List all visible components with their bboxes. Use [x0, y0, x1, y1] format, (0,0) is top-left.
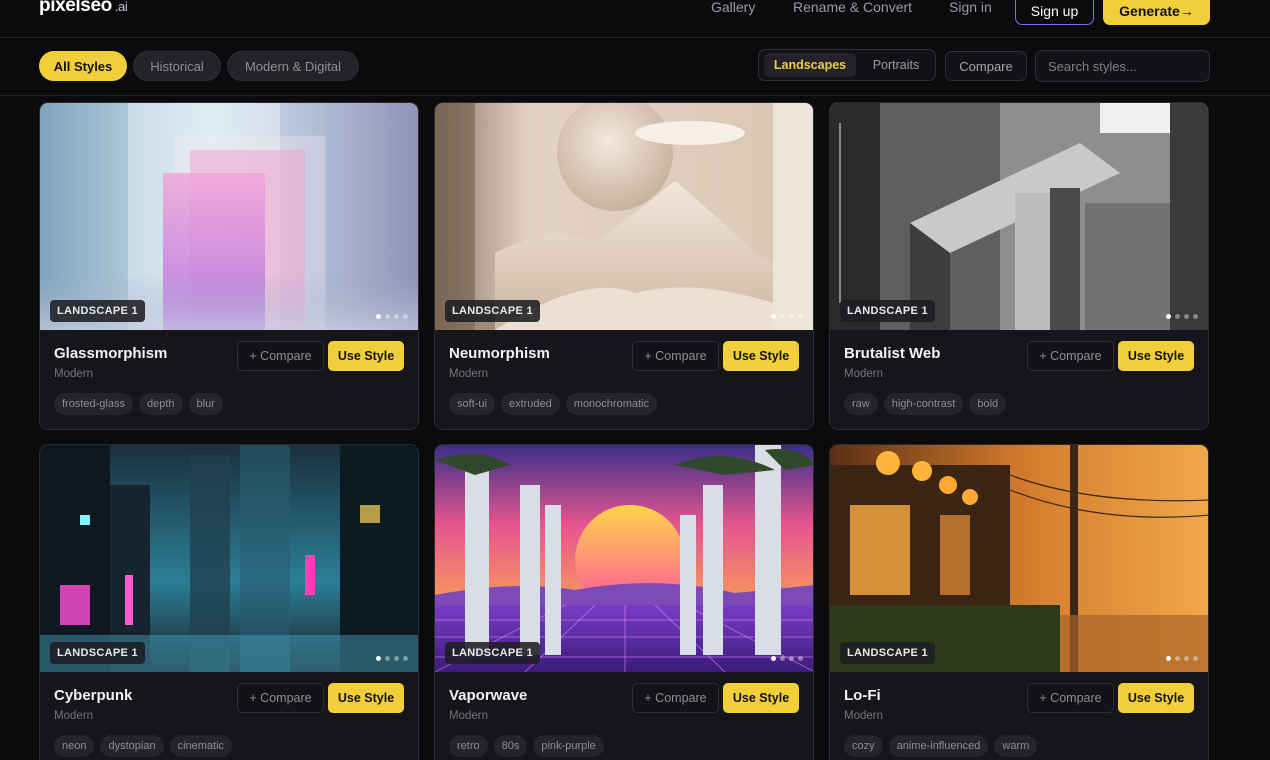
- nav-rename-convert-link[interactable]: Rename & Convert: [793, 0, 912, 15]
- carousel-dots[interactable]: [1166, 314, 1198, 319]
- add-compare-button[interactable]: + Compare: [237, 341, 324, 371]
- use-style-button[interactable]: Use Style: [328, 683, 404, 713]
- concrete-building-image[interactable]: [830, 103, 1208, 330]
- add-compare-button[interactable]: + Compare: [632, 683, 719, 713]
- neon-city-image[interactable]: [40, 445, 418, 672]
- top-navbar: pixelseo .ai Gallery Rename & Convert Sig…: [0, 0, 1270, 38]
- tag[interactable]: pink-purple: [533, 735, 604, 757]
- use-style-button[interactable]: Use Style: [723, 683, 799, 713]
- orientation-landscapes[interactable]: Landscapes: [764, 53, 856, 77]
- logo[interactable]: pixelseo .ai: [39, 0, 128, 17]
- tag[interactable]: anime-influenced: [888, 735, 989, 757]
- filter-modern-digital[interactable]: Modern & Digital: [227, 51, 359, 81]
- add-compare-button[interactable]: + Compare: [237, 683, 324, 713]
- lantern-street-image[interactable]: [830, 445, 1208, 672]
- card-category: Modern: [54, 710, 93, 722]
- orientation-badge: LANDSCAPE 1: [50, 642, 145, 664]
- tag[interactable]: raw: [844, 393, 878, 415]
- card-category: Modern: [449, 368, 488, 380]
- nav-gallery-link[interactable]: Gallery: [711, 0, 755, 15]
- tag[interactable]: dystopian: [100, 735, 164, 757]
- tag[interactable]: warm: [994, 735, 1038, 757]
- tag[interactable]: monochromatic: [565, 393, 657, 415]
- tag-list: neon dystopian cinematic: [54, 735, 233, 757]
- style-card-vaporwave[interactable]: LANDSCAPE 1 Vaporwave Modern + Compare U…: [434, 444, 814, 760]
- card-category: Modern: [449, 710, 488, 722]
- card-title: Glassmorphism: [54, 345, 168, 362]
- tag[interactable]: frosted-glass: [54, 393, 133, 415]
- carousel-dots[interactable]: [376, 314, 408, 319]
- card-title: Neumorphism: [449, 345, 550, 362]
- style-card-neumorphism[interactable]: LANDSCAPE 1 Neumorphism Modern + Compare…: [434, 102, 814, 430]
- carousel-dots[interactable]: [1166, 656, 1198, 661]
- logo-text: pixelseo: [39, 0, 112, 16]
- card-category: Modern: [844, 710, 883, 722]
- orientation-toggle: Landscapes Portraits: [758, 49, 936, 81]
- tag[interactable]: cinematic: [169, 735, 233, 757]
- orientation-badge: LANDSCAPE 1: [445, 300, 540, 322]
- orientation-portraits[interactable]: Portraits: [859, 53, 933, 77]
- tag[interactable]: bold: [969, 393, 1007, 415]
- card-category: Modern: [54, 368, 93, 380]
- tag[interactable]: soft-ui: [449, 393, 495, 415]
- carousel-dots[interactable]: [771, 314, 803, 319]
- glass-panels-image[interactable]: [40, 103, 418, 330]
- sign-up-button[interactable]: Sign up: [1015, 0, 1094, 25]
- orientation-badge: LANDSCAPE 1: [445, 642, 540, 664]
- sunset-columns-image[interactable]: [435, 445, 813, 672]
- card-category: Modern: [844, 368, 883, 380]
- use-style-button[interactable]: Use Style: [1118, 683, 1194, 713]
- nav-sign-in-link[interactable]: Sign in: [949, 0, 992, 15]
- logo-suffix: .ai: [114, 0, 128, 14]
- tag[interactable]: depth: [138, 393, 183, 415]
- tag-list: cozy anime-influenced warm: [844, 735, 1038, 757]
- card-title: Vaporwave: [449, 687, 528, 704]
- style-card-lo-fi[interactable]: LANDSCAPE 1 Lo-Fi Modern + Compare Use S…: [829, 444, 1209, 760]
- tag[interactable]: extruded: [500, 393, 560, 415]
- tag[interactable]: high-contrast: [883, 393, 964, 415]
- tag-list: retro 80s pink-purple: [449, 735, 604, 757]
- card-title: Brutalist Web: [844, 345, 941, 362]
- tag[interactable]: retro: [449, 735, 488, 757]
- style-card-brutalist-web[interactable]: LANDSCAPE 1 Brutalist Web Modern + Compa…: [829, 102, 1209, 430]
- card-title: Lo-Fi: [844, 687, 881, 704]
- tag-list: soft-ui extruded monochromatic: [449, 393, 657, 415]
- use-style-button[interactable]: Use Style: [1118, 341, 1194, 371]
- orientation-badge: LANDSCAPE 1: [50, 300, 145, 322]
- filter-bar: All Styles Historical Modern & Digital L…: [0, 38, 1270, 96]
- search-input[interactable]: [1035, 50, 1210, 82]
- filter-historical[interactable]: Historical: [133, 51, 221, 81]
- tag[interactable]: blur: [188, 393, 223, 415]
- add-compare-button[interactable]: + Compare: [1027, 683, 1114, 713]
- orientation-badge: LANDSCAPE 1: [840, 300, 935, 322]
- style-card-cyberpunk[interactable]: LANDSCAPE 1 Cyberpunk Modern + Compare U…: [39, 444, 419, 760]
- add-compare-button[interactable]: + Compare: [632, 341, 719, 371]
- tag[interactable]: cozy: [844, 735, 883, 757]
- use-style-button[interactable]: Use Style: [328, 341, 404, 371]
- use-style-button[interactable]: Use Style: [723, 341, 799, 371]
- tag-list: frosted-glass depth blur: [54, 393, 223, 415]
- generate-button[interactable]: Generate→: [1103, 0, 1210, 25]
- carousel-dots[interactable]: [771, 656, 803, 661]
- card-title: Cyberpunk: [54, 687, 133, 704]
- tag[interactable]: neon: [54, 735, 95, 757]
- tag[interactable]: 80s: [493, 735, 528, 757]
- add-compare-button[interactable]: + Compare: [1027, 341, 1114, 371]
- compare-button[interactable]: Compare: [945, 51, 1027, 81]
- orientation-badge: LANDSCAPE 1: [840, 642, 935, 664]
- tag-list: raw high-contrast bold: [844, 393, 1007, 415]
- style-card-glassmorphism[interactable]: LANDSCAPE 1 Glassmorphism Modern + Compa…: [39, 102, 419, 430]
- filter-all-styles[interactable]: All Styles: [39, 51, 127, 81]
- carousel-dots[interactable]: [376, 656, 408, 661]
- soft-sculpture-image[interactable]: [435, 103, 813, 330]
